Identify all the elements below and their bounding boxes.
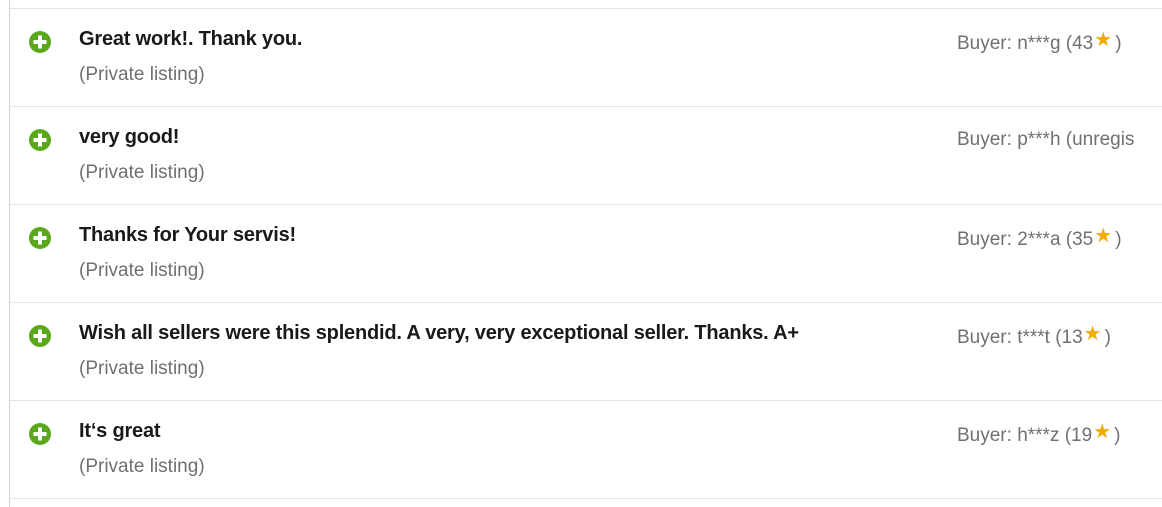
buyer-info: Buyer: 2***a (35★) <box>957 226 1162 251</box>
feedback-list: Great work!. Thank you. (Private listing… <box>9 0 1162 507</box>
buyer-name: Buyer: h***z (19 <box>957 425 1093 446</box>
plus-circle-icon <box>28 128 52 152</box>
plus-circle-icon <box>28 30 52 54</box>
buyer-info: Buyer: p***h (unregis <box>957 128 1162 151</box>
buyer-info: Buyer: h***z (19★) <box>957 422 1162 447</box>
star-icon: ★ <box>1094 226 1113 247</box>
feedback-row: It‘s great (Private listing) Buyer: h***… <box>10 401 1162 499</box>
feedback-row: Wish all sellers were this splendid. A v… <box>10 303 1162 401</box>
listing-link: (Private listing) <box>79 456 205 477</box>
buyer-score-close: ) <box>1104 327 1111 348</box>
listing-link: (Private listing) <box>79 260 205 281</box>
feedback-comment: very good! <box>79 126 180 148</box>
feedback-row: Great work!. Thank you. (Private listing… <box>10 9 1162 107</box>
buyer-score-close: ) <box>1115 33 1122 54</box>
plus-circle-icon <box>28 324 52 348</box>
plus-circle-icon <box>28 422 52 446</box>
plus-circle-icon <box>28 226 52 250</box>
buyer-score-close: ) <box>1115 229 1122 250</box>
buyer-name: Buyer: p***h (unregis <box>957 129 1135 150</box>
listing-link: (Private listing) <box>79 358 205 379</box>
listing-link: (Private listing) <box>79 162 205 183</box>
listing-link: (Private listing) <box>79 64 205 85</box>
buyer-name: Buyer: 2***a (35 <box>957 229 1094 250</box>
buyer-info: Buyer: n***g (43★) <box>957 30 1162 55</box>
buyer-name: Buyer: n***g (43 <box>957 33 1094 54</box>
feedback-row: very good! (Private listing) Buyer: p***… <box>10 107 1162 205</box>
feedback-comment: Thanks for Your servis! <box>79 224 296 246</box>
feedback-comment: Great work!. Thank you. <box>79 28 303 50</box>
buyer-name: Buyer: t***t (13 <box>957 327 1083 348</box>
feedback-comment: It‘s great <box>79 420 161 442</box>
buyer-score-close: ) <box>1114 425 1121 446</box>
feedback-row: Thanks for Your servis! (Private listing… <box>10 205 1162 303</box>
feedback-comment: Wish all sellers were this splendid. A v… <box>79 322 799 344</box>
star-icon: ★ <box>1094 30 1113 51</box>
star-icon: ★ <box>1083 324 1102 345</box>
buyer-info: Buyer: t***t (13★) <box>957 324 1162 349</box>
star-icon: ★ <box>1093 422 1112 443</box>
